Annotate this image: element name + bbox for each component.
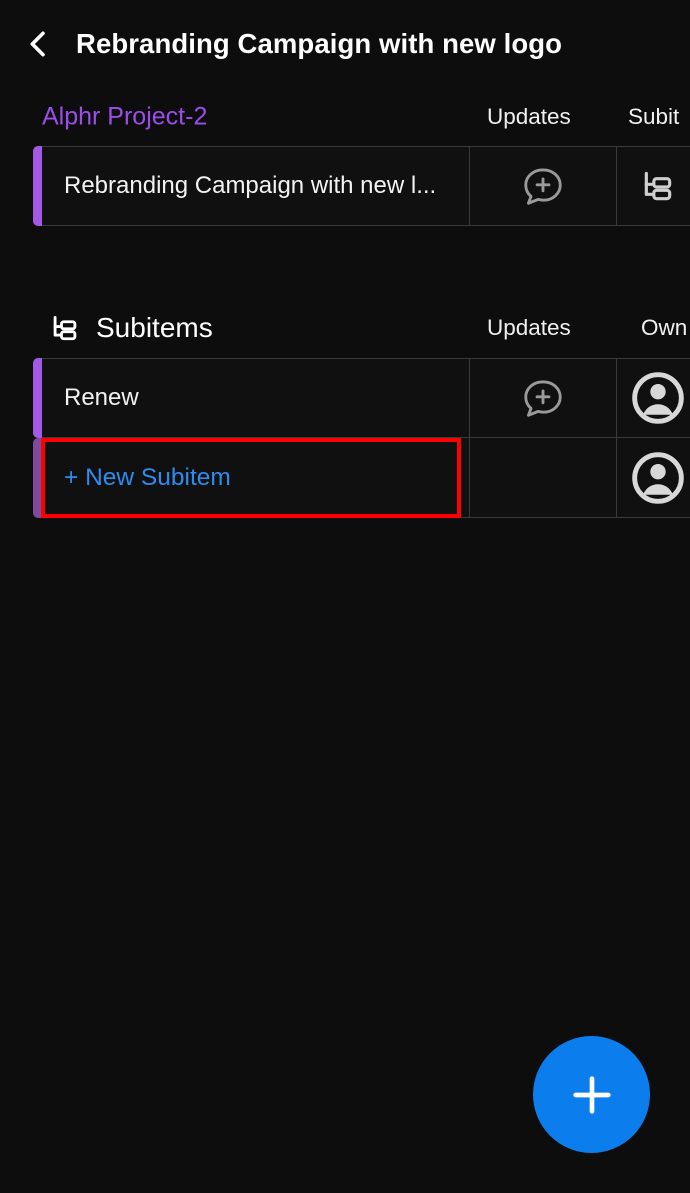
chevron-left-icon <box>30 31 45 57</box>
row-name-cell[interactable]: Renew <box>42 359 470 437</box>
column-header-updates: Updates <box>487 104 571 129</box>
page-title: Rebranding Campaign with new logo <box>76 28 563 59</box>
subitems-section-header: Subitems Updates Own <box>0 298 690 358</box>
row-accent-bar <box>33 358 42 438</box>
table-row[interactable]: Renew <box>33 358 690 438</box>
person-avatar-icon <box>632 372 684 424</box>
table-row[interactable]: + New Subitem <box>33 438 690 518</box>
subitems-table: Renew + New Subitem <box>33 358 690 518</box>
row-updates-cell[interactable] <box>470 359 617 437</box>
row-name-label: Rebranding Campaign with new l... <box>64 172 437 199</box>
board-name-label[interactable]: Alphr Project-2 <box>42 103 207 132</box>
plus-icon <box>572 1075 611 1114</box>
row-name-cell[interactable]: Rebranding Campaign with new l... <box>42 147 470 225</box>
row-accent-bar <box>33 438 42 518</box>
row-updates-cell[interactable] <box>470 147 617 225</box>
board-column-header: Alphr Project-2 Updates Subit <box>0 88 690 146</box>
board-table: Rebranding Campaign with new l... <box>33 146 690 226</box>
subitems-column-header-owner: Own <box>641 315 688 340</box>
add-item-fab[interactable] <box>533 1036 650 1153</box>
new-subitem-button[interactable]: + New Subitem <box>42 438 470 517</box>
person-avatar-icon <box>632 451 684 504</box>
chat-plus-icon <box>524 168 562 205</box>
subitems-column-header-updates: Updates <box>487 315 571 340</box>
subitems-section-title: Subitems <box>96 312 213 343</box>
new-subitem-label: + New Subitem <box>64 463 231 491</box>
subitems-tree-icon <box>53 315 77 341</box>
row-owner-cell[interactable] <box>617 359 690 437</box>
app-bar: Rebranding Campaign with new logo <box>0 0 690 88</box>
column-header-subitems: Subit <box>628 104 680 129</box>
row-owner-cell[interactable] <box>617 438 690 517</box>
row-updates-cell[interactable] <box>470 438 617 517</box>
chat-plus-icon <box>524 380 562 417</box>
row-subitems-cell[interactable] <box>617 147 690 225</box>
table-row[interactable]: Rebranding Campaign with new l... <box>33 146 690 226</box>
back-button[interactable] <box>10 16 66 72</box>
row-name-label: Renew <box>64 384 139 411</box>
subitems-tree-icon <box>644 171 672 201</box>
row-accent-bar <box>33 146 42 226</box>
